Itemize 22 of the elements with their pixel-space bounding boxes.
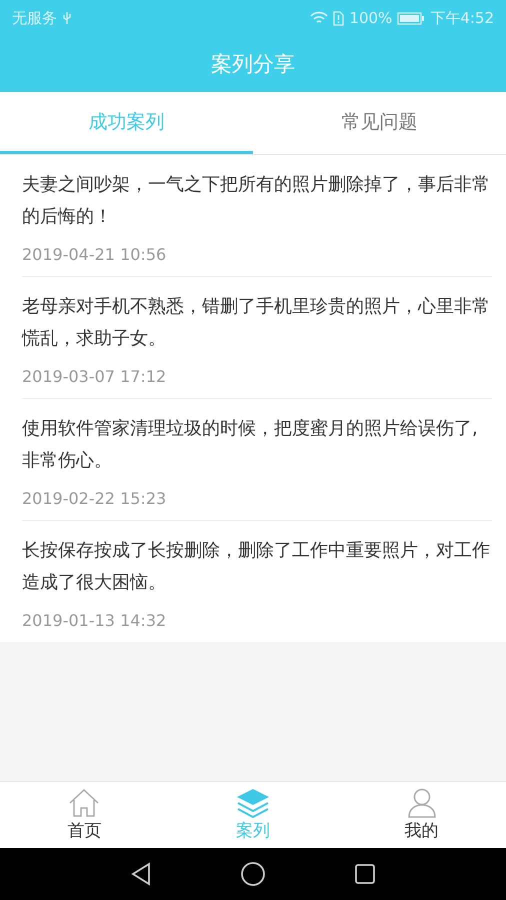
recents-icon[interactable] [354, 863, 376, 885]
sim-icon [333, 10, 344, 26]
home-button-icon[interactable] [240, 861, 266, 887]
battery-icon [397, 12, 426, 24]
layers-icon [236, 788, 270, 818]
back-icon[interactable] [130, 862, 152, 886]
person-icon [406, 788, 437, 818]
home-icon [68, 788, 100, 818]
case-description[interactable]: 长按保存按成了长按删除，删除了工作中重要照片，对工作造成了很大困恼。 [22, 535, 492, 599]
carrier-text: 无服务 [12, 8, 57, 28]
page-title: 案列分享 [210, 51, 296, 78]
case-date: 2019-04-21 10:56 [22, 245, 168, 264]
case-description[interactable]: 老母亲对手机不熟悉，错删了手机里珍贵的照片，心里非常慌乱，求助子女。 [22, 291, 492, 355]
case-date: 2019-01-13 14:32 [22, 611, 168, 630]
case-description[interactable]: 夫妻之间吵架，一气之下把所有的照片删除掉了，事后非常的后悔的！ [22, 169, 492, 233]
battery-percent: 100% [349, 9, 392, 27]
usb-icon [62, 11, 72, 25]
wifi-icon [310, 11, 328, 25]
clock: 下午4:52 [430, 8, 494, 28]
case-description[interactable]: 使用软件管家清理垃圾的时候，把度蜜月的照片给误伤了,非常伤心。 [22, 413, 492, 477]
case-date: 2019-03-07 17:12 [22, 367, 168, 386]
case-date: 2019-02-22 15:23 [22, 489, 168, 508]
